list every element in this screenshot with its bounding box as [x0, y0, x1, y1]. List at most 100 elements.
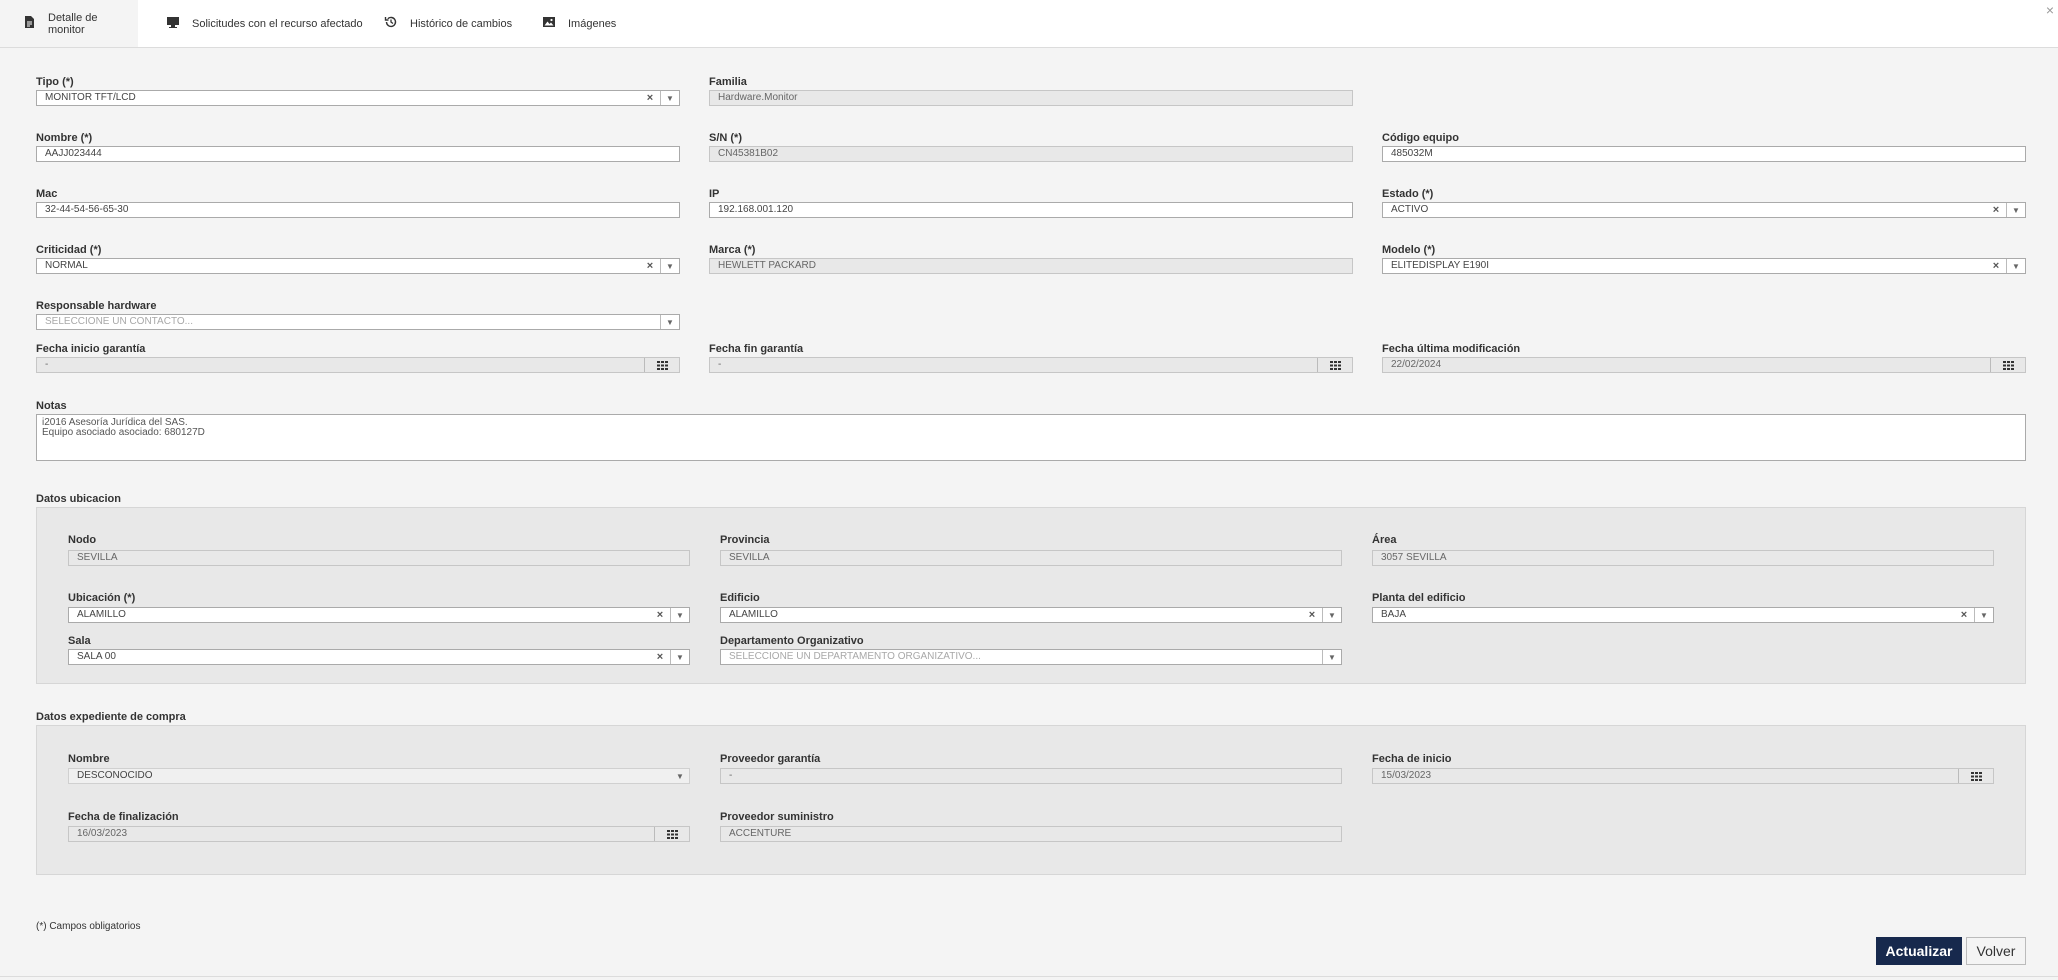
tab-imagenes[interactable]: Imágenes	[520, 0, 638, 47]
nombre-label: Nombre (*)	[36, 132, 93, 144]
chevron-down-icon[interactable]: ▼	[660, 91, 679, 105]
image-icon	[542, 15, 556, 32]
fecha-fin-garantia-field[interactable]: -	[709, 357, 1353, 373]
clear-icon[interactable]: ×	[1991, 259, 2001, 273]
clear-icon[interactable]: ×	[1991, 203, 2001, 217]
planta-label: Planta del edificio	[1372, 592, 1466, 604]
provincia-label: Provincia	[720, 534, 770, 546]
estado-select[interactable]: ACTIVO × ▼	[1382, 202, 2026, 218]
fecha-finalizacion-value: 16/03/2023	[77, 828, 128, 839]
modelo-label: Modelo (*)	[1382, 244, 1436, 256]
criticidad-select[interactable]: NORMAL × ▼	[36, 258, 680, 274]
proveedor-suministro-field: ACCENTURE	[720, 826, 1342, 842]
tab-solicitudes[interactable]: Solicitudes con el recurso afectado	[144, 0, 385, 47]
departamento-placeholder: SELECCIONE UN DEPARTAMENTO ORGANIZATIVO.…	[729, 651, 981, 662]
back-button[interactable]: Volver	[1966, 937, 2026, 965]
proveedor-garantia-field: -	[720, 768, 1342, 784]
departamento-label: Departamento Organizativo	[720, 635, 864, 647]
chevron-down-icon[interactable]: ▼	[2006, 203, 2025, 217]
fecha-fin-garantia-label: Fecha fin garantía	[709, 343, 804, 355]
familia-label: Familia	[709, 76, 747, 88]
nodo-label: Nodo	[68, 534, 97, 546]
proveedor-suministro-label: Proveedor suministro	[720, 811, 834, 823]
ubicacion-section-title: Datos ubicacion	[36, 493, 121, 505]
sala-label: Sala	[68, 635, 91, 647]
clear-icon[interactable]: ×	[655, 608, 665, 622]
responsable-label: Responsable hardware	[36, 300, 157, 312]
ip-label: IP	[709, 188, 720, 200]
chevron-down-icon[interactable]: ▼	[670, 608, 689, 622]
tab-label: Imágenes	[568, 17, 617, 30]
chevron-down-icon[interactable]: ▼	[2006, 259, 2025, 273]
fecha-ultima-mod-label: Fecha última modificación	[1382, 343, 1521, 355]
nodo-field: SEVILLA	[68, 550, 690, 566]
mac-label: Mac	[36, 188, 58, 200]
monitor-icon	[166, 15, 180, 32]
provincia-field: SEVILLA	[720, 550, 1342, 566]
fecha-inicio-garantia-field[interactable]: -	[36, 357, 680, 373]
tab-label: Detalle de monitor	[48, 11, 98, 36]
notas-textarea[interactable]: i2016 Asesoría Jurídica del SAS. Equipo …	[36, 414, 2026, 461]
fecha-ultima-mod-field[interactable]: 22/02/2024	[1382, 357, 2026, 373]
notas-label: Notas	[36, 400, 67, 412]
estado-value: ACTIVO	[1391, 204, 1429, 215]
history-icon	[384, 15, 398, 32]
fecha-finalizacion-label: Fecha de finalización	[68, 811, 179, 823]
calendar-icon[interactable]	[1990, 358, 2025, 372]
tipo-value: MONITOR TFT/LCD	[45, 92, 136, 103]
sala-select[interactable]: SALA 00 × ▼	[68, 649, 690, 665]
responsable-placeholder: SELECCIONE UN CONTACTO...	[45, 316, 193, 327]
chevron-down-icon[interactable]: ▼	[671, 769, 689, 783]
chevron-down-icon[interactable]: ▼	[1322, 650, 1341, 664]
close-icon[interactable]: ×	[2046, 2, 2054, 18]
planta-select[interactable]: BAJA × ▼	[1372, 607, 1994, 623]
chevron-down-icon[interactable]: ▼	[1322, 608, 1341, 622]
fecha-ultima-mod-value: 22/02/2024	[1391, 359, 1442, 370]
edificio-value: ALAMILLO	[729, 609, 778, 620]
area-field: 3057 SEVILLA	[1372, 550, 1994, 566]
calendar-icon[interactable]	[1958, 769, 1993, 783]
nombre-input[interactable]: AAJJ023444	[36, 146, 680, 162]
mac-input[interactable]: 32-44-54-56-65-30	[36, 202, 680, 218]
edificio-label: Edificio	[720, 592, 760, 604]
responsable-select[interactable]: SELECCIONE UN CONTACTO... ▼	[36, 314, 680, 330]
fecha-inicio-garantia-value: -	[45, 359, 49, 370]
update-button[interactable]: Actualizar	[1876, 937, 1962, 965]
compra-nombre-value: DESCONOCIDO	[77, 770, 153, 781]
area-label: Área	[1372, 534, 1397, 546]
clear-icon[interactable]: ×	[1307, 608, 1317, 622]
compra-nombre-select[interactable]: DESCONOCIDO ▼	[68, 768, 690, 784]
calendar-icon[interactable]	[654, 827, 689, 841]
chevron-down-icon[interactable]: ▼	[670, 650, 689, 664]
tab-detalle-monitor[interactable]: Detalle de monitor	[0, 0, 138, 47]
fecha-finalizacion-field[interactable]: 16/03/2023	[68, 826, 690, 842]
ubicacion-select[interactable]: ALAMILLO × ▼	[68, 607, 690, 623]
calendar-icon[interactable]	[1317, 358, 1352, 372]
clear-icon[interactable]: ×	[655, 650, 665, 664]
tab-historico[interactable]: Histórico de cambios	[362, 0, 534, 47]
familia-field: Hardware.Monitor	[709, 90, 1353, 106]
compra-section-title: Datos expediente de compra	[36, 711, 186, 723]
chevron-down-icon[interactable]: ▼	[660, 315, 679, 329]
modelo-select[interactable]: ELITEDISPLAY E190I × ▼	[1382, 258, 2026, 274]
tab-label: Histórico de cambios	[410, 17, 513, 30]
fecha-inicio-field[interactable]: 15/03/2023	[1372, 768, 1994, 784]
clear-icon[interactable]: ×	[645, 91, 655, 105]
calendar-icon[interactable]	[644, 358, 679, 372]
chevron-down-icon[interactable]: ▼	[1974, 608, 1993, 622]
criticidad-value: NORMAL	[45, 260, 88, 271]
planta-value: BAJA	[1381, 609, 1407, 620]
sala-value: SALA 00	[77, 651, 116, 662]
edificio-select[interactable]: ALAMILLO × ▼	[720, 607, 1342, 623]
chevron-down-icon[interactable]: ▼	[660, 259, 679, 273]
codigo-input[interactable]: 485032M	[1382, 146, 2026, 162]
departamento-select[interactable]: SELECCIONE UN DEPARTAMENTO ORGANIZATIVO.…	[720, 649, 1342, 665]
clear-icon[interactable]: ×	[645, 259, 655, 273]
tipo-select[interactable]: MONITOR TFT/LCD × ▼	[36, 90, 680, 106]
bottom-divider	[0, 976, 2058, 977]
modelo-value: ELITEDISPLAY E190I	[1391, 260, 1490, 271]
required-fields-note: (*) Campos obligatorios	[36, 921, 141, 932]
document-icon	[22, 15, 36, 32]
ip-input[interactable]: 192.168.001.120	[709, 202, 1353, 218]
clear-icon[interactable]: ×	[1959, 608, 1969, 622]
